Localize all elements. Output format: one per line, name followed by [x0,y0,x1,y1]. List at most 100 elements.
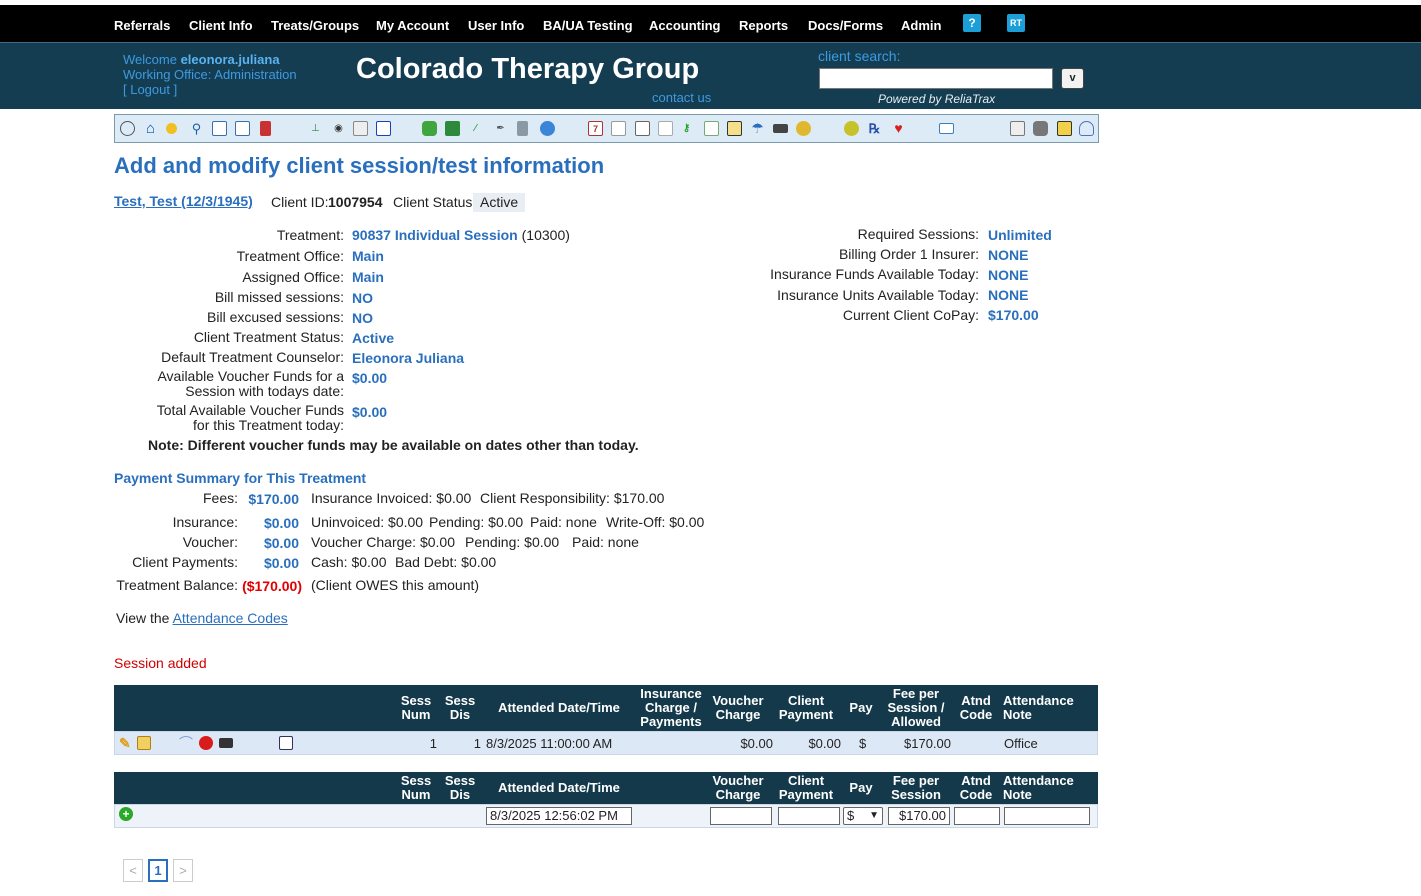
edit-note-icon[interactable] [235,121,250,136]
nav-my-account[interactable]: My Account [376,18,449,33]
attended-datetime-input[interactable]: 8/3/2025 12:56:02 PM [486,807,632,825]
client-payments-value: $0.00 [263,555,299,571]
globe-icon[interactable] [540,121,555,136]
pay-type-select[interactable]: $ ▼ [843,807,883,825]
pencil-green-icon[interactable]: ⁄ [468,121,483,136]
traffic-light-icon[interactable] [844,121,859,136]
archive-box-icon[interactable] [1057,121,1072,136]
insurance-units-label: Insurance Units Available Today: [777,287,979,303]
pager-next-button[interactable]: > [173,859,193,882]
nav-referrals[interactable]: Referrals [114,18,170,33]
assigned-office-value: Main [352,269,384,285]
fees-value: $170.00 [248,491,299,507]
attendance-note-input[interactable] [1004,807,1090,825]
voucher-charge: Voucher Charge: $0.00 [311,534,455,550]
cell-fee: $170.00 [904,736,951,751]
nav-user-info[interactable]: User Info [468,18,524,33]
help-icon[interactable]: ? [963,14,981,32]
logout-link[interactable]: [ Logout ] [123,82,177,97]
dashboard-icon[interactable] [120,121,135,136]
billing-insurer-label: Billing Order 1 Insurer: [838,246,979,262]
umbrella-icon[interactable]: ☂ [750,121,765,136]
working-office: Working Office: Administration [123,67,297,82]
printer-icon[interactable] [773,124,788,133]
voucher-session-label: Available Voucher Funds for a Session wi… [157,369,344,399]
client-payments-cash: Cash: $0.00 [311,554,387,570]
nav-admin[interactable]: Admin [901,18,941,33]
pager-prev-button[interactable]: < [123,859,143,882]
list-document-icon[interactable] [635,121,650,136]
award-icon[interactable] [166,123,177,134]
calendar-icon[interactable]: 7 [588,121,603,136]
camera-icon[interactable] [1033,121,1048,136]
attachment-document-icon[interactable] [658,121,673,136]
col-sess-num: Sess Num [400,693,432,722]
paperclip-icon[interactable]: ⌒ [179,736,193,750]
copy-windows-icon[interactable] [376,121,391,136]
cell-attended: 8/3/2025 11:00:00 AM [486,736,613,751]
prescription-icon[interactable]: ℞ [867,121,882,136]
edit-pencil-icon[interactable]: ✎ [119,736,133,750]
insurance-writeoff: Write-Off: $0.00 [606,514,705,530]
checklist-icon[interactable] [704,121,719,136]
note-edit-icon[interactable] [279,736,293,750]
contact-us-link[interactable]: contact us [652,90,711,105]
view-eye-icon[interactable]: ◉ [331,121,346,136]
edit-signature-icon[interactable] [137,736,151,750]
delete-icon[interactable] [199,736,213,750]
cell-voucher: $0.00 [740,736,773,751]
mail-icon[interactable] [939,123,954,134]
client-payment-input[interactable] [778,807,840,825]
client-search-button[interactable]: v [1061,68,1084,89]
search-icon[interactable]: ⚲ [189,121,204,136]
window-icon[interactable] [727,121,742,136]
voucher-charge-input[interactable] [710,807,772,825]
default-counselor-label: Default Treatment Counselor: [161,349,344,365]
nav-docs-forms[interactable]: Docs/Forms [808,18,883,33]
attendance-code-input[interactable] [954,807,1000,825]
reliatrax-icon[interactable]: RT [1007,14,1025,32]
attendance-codes-line: View the Attendance Codes [116,610,288,626]
heart-rate-icon[interactable]: ♥ [891,121,906,136]
home-icon[interactable]: ⌂ [143,121,158,136]
fee-per-session-input[interactable]: $170.00 [888,807,950,825]
nav-accounting[interactable]: Accounting [649,18,721,33]
client-name-link[interactable]: Test, Test (12/3/1945) [114,193,253,209]
nav-treats-groups[interactable]: Treats/Groups [271,18,359,33]
building-icon[interactable] [260,121,271,136]
payment-summary-heading: Payment Summary for This Treatment [114,470,367,486]
schedule-icon[interactable] [1010,121,1025,136]
notepad-icon[interactable] [517,121,528,136]
pay-type-value: $ [847,808,855,823]
client-search-input[interactable] [819,68,1053,89]
add-session-icon[interactable]: + [119,807,133,821]
nav-reports[interactable]: Reports [739,18,788,33]
voucher-paid: Paid: none [572,534,639,550]
import-icon[interactable] [445,121,460,136]
document-stack-icon[interactable] [353,121,368,136]
client-copay-label: Current Client CoPay: [842,307,979,323]
report-chart-icon[interactable] [212,121,227,136]
key-icon[interactable]: ⚷ [679,121,694,136]
col-insurance: Insurance Charge / Payments [640,686,702,729]
attendance-codes-link[interactable]: Attendance Codes [173,610,288,626]
bill-missed-value: NO [352,290,373,306]
nav-ba-ua-testing[interactable]: BA/UA Testing [543,18,633,33]
document-icon[interactable] [611,121,626,136]
col-fee: Fee per Session / Allowed [887,686,945,729]
treatment-label: Treatment: [276,227,344,243]
puzzle-icon[interactable] [422,121,437,136]
pager-page-1[interactable]: 1 [148,859,168,882]
new-col-sess-dis: Sess Dis [444,773,476,802]
user-lock-icon[interactable] [1079,121,1094,136]
org-chart-icon[interactable]: ⊥ [308,121,323,136]
pen-icon[interactable]: ✒ [493,121,508,136]
treatment-name[interactable]: 90837 Individual Session [352,227,518,243]
required-sessions-value: Unlimited [988,227,1052,243]
insurance-uninvoiced: Uninvoiced: $0.00 [311,514,424,530]
nav-client-info[interactable]: Client Info [189,18,253,33]
new-session-table: Sess Num Sess Dis Attended Date/Time Vouch… [114,772,1098,828]
coins-icon[interactable] [796,121,811,136]
print-icon[interactable] [219,738,233,748]
app-title: Colorado Therapy Group [356,53,700,85]
